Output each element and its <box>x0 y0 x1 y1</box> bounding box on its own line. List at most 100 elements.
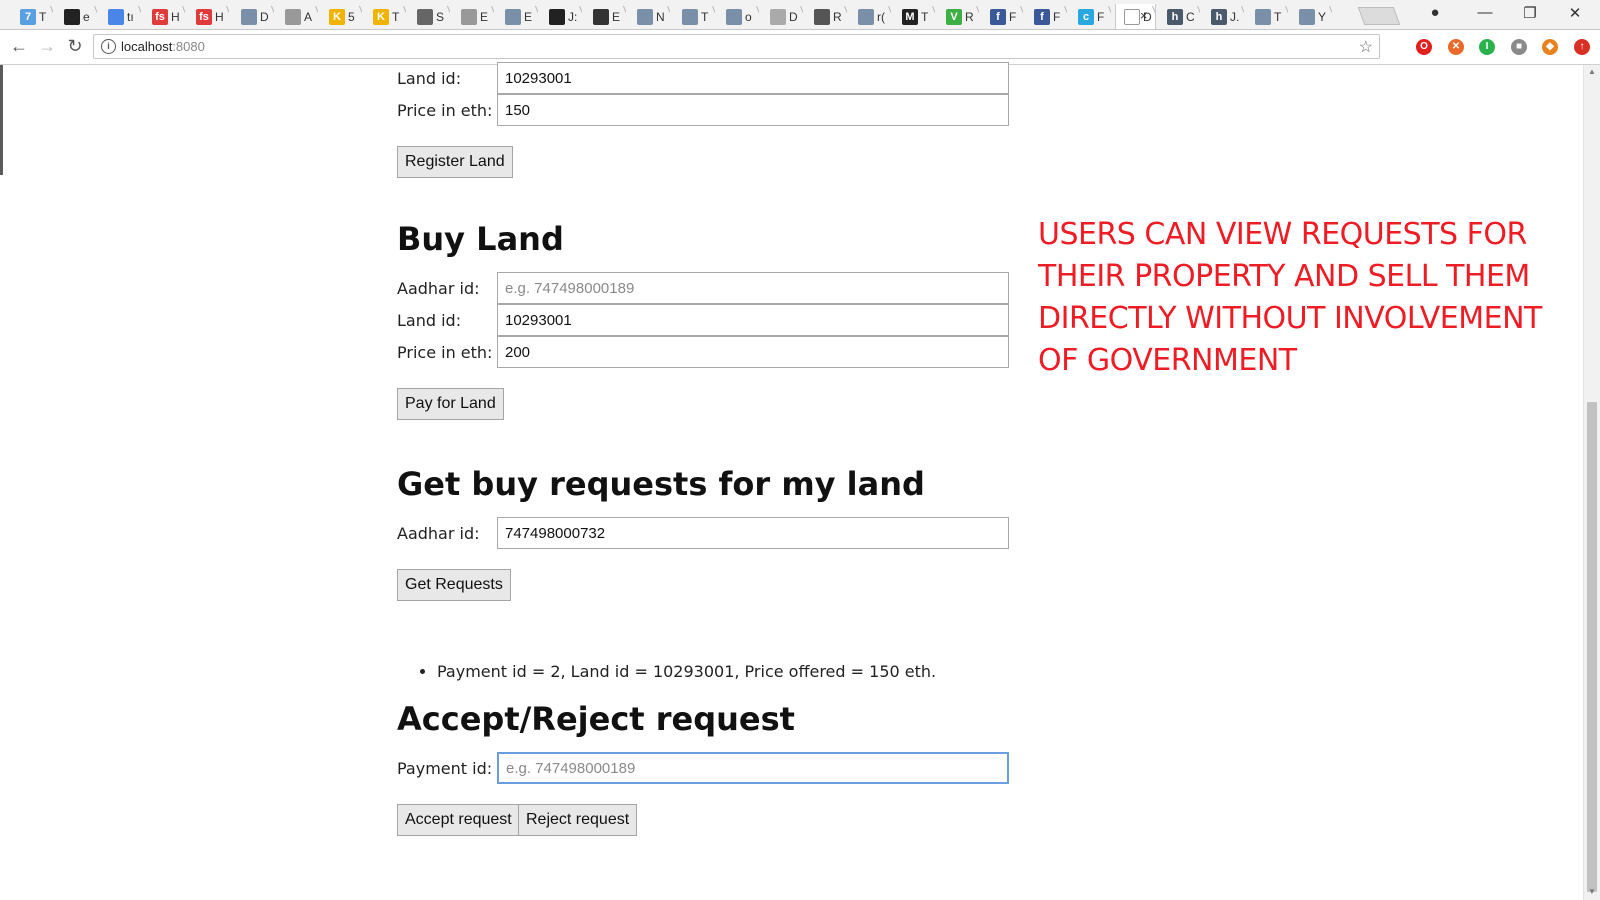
tab-title: tı <box>127 10 134 24</box>
buy-aadhar-input[interactable] <box>497 272 1009 304</box>
browser-tab[interactable]: D <box>762 4 803 29</box>
tab-divider <box>1240 6 1244 26</box>
tab-divider <box>887 6 891 26</box>
browser-tab[interactable]: R <box>806 4 847 29</box>
fs-icon: fs <box>196 9 212 25</box>
tab-divider <box>181 6 185 26</box>
browser-tab[interactable]: cF <box>1070 4 1111 29</box>
tab-divider <box>49 6 53 26</box>
browser-tab[interactable]: T <box>1247 4 1288 29</box>
browser-tab[interactable]: fs H <box>144 4 185 29</box>
register-land-id-row: Land id: <box>397 62 1017 94</box>
tab-divider <box>490 6 494 26</box>
opera-icon[interactable]: O <box>1416 39 1432 55</box>
restore-button[interactable]: ❐ <box>1520 4 1540 22</box>
browser-tab[interactable]: tı <box>100 4 141 29</box>
tab-divider <box>1196 6 1200 26</box>
payment-id-input[interactable] <box>497 752 1009 784</box>
info-icon[interactable]: i <box>101 39 116 54</box>
tab-divider <box>666 6 670 26</box>
register-land-id-input[interactable] <box>497 62 1009 94</box>
browser-tab[interactable]: K5 <box>321 4 362 29</box>
tab-title: D <box>789 10 798 24</box>
scrollbar-thumb[interactable] <box>1587 402 1597 892</box>
puzzle-icon[interactable]: ■ <box>1511 39 1527 55</box>
tab-title: R <box>965 10 974 24</box>
tag-icon <box>593 9 609 25</box>
browser-tab[interactable]: fs H <box>188 4 229 29</box>
back-icon[interactable]: ← <box>8 35 30 57</box>
tab-title: R <box>833 10 842 24</box>
browser-tab[interactable]: S <box>409 4 450 29</box>
browser-tab[interactable]: A <box>277 4 318 29</box>
tab-title: N <box>656 10 665 24</box>
forward-icon[interactable]: → <box>36 35 58 57</box>
buy-price-input[interactable] <box>497 336 1009 368</box>
browser-tab[interactable]: o <box>718 4 759 29</box>
tab-title: F <box>1009 10 1017 24</box>
browser-tab[interactable]: N <box>629 4 670 29</box>
browser-tab[interactable]: VR <box>938 4 979 29</box>
tab-title: F <box>1097 10 1105 24</box>
close-tab-icon[interactable]: × <box>1140 8 1148 23</box>
browser-tab[interactable]: E <box>453 4 494 29</box>
power-icon[interactable]: I <box>1479 39 1495 55</box>
tab-title: E <box>612 10 621 24</box>
buy-land-id-input[interactable] <box>497 304 1009 336</box>
browser-tab[interactable]: 7T <box>12 4 53 29</box>
page-viewport: Land id: Price in eth: Register Land Buy… <box>0 62 1600 900</box>
doc-icon <box>1124 9 1140 25</box>
upload-icon[interactable]: ↑ <box>1574 39 1590 55</box>
account-icon[interactable]: ● <box>1425 4 1445 21</box>
browser-tab[interactable]: MT <box>894 4 935 29</box>
browser-tab[interactable]: E <box>585 4 626 29</box>
tab-title: J. <box>1230 10 1240 24</box>
minimize-button[interactable]: — <box>1475 4 1495 21</box>
browser-tab[interactable]: r( <box>850 4 891 29</box>
browser-tab[interactable]: hC <box>1159 4 1200 29</box>
browser-tab[interactable]: J: <box>541 4 582 29</box>
bookmark-star-icon[interactable]: ☆ <box>1359 37 1373 57</box>
pay-for-land-button[interactable]: Pay for Land <box>397 388 504 420</box>
browser-tab[interactable]: D <box>233 4 274 29</box>
circle-x-icon[interactable]: ✕ <box>1448 39 1464 55</box>
browser-tab[interactable]: fF <box>982 4 1023 29</box>
tab-divider <box>446 6 450 26</box>
new-tab-button[interactable] <box>1357 7 1401 25</box>
register-land-button[interactable]: Register Land <box>397 146 513 178</box>
reddit-icon <box>726 9 742 25</box>
github-icon <box>549 9 565 25</box>
scroll-down-icon[interactable]: ▼ <box>1588 887 1596 896</box>
tab-title: T <box>701 10 709 24</box>
reload-icon[interactable]: ↻ <box>64 35 86 57</box>
tab-divider <box>225 6 229 26</box>
buy-aadhar-row: Aadhar id: <box>397 272 1017 304</box>
tab-divider <box>975 6 979 26</box>
register-price-input[interactable] <box>497 94 1009 126</box>
url-port: :8080 <box>172 39 205 54</box>
vertical-scrollbar[interactable]: ▲ ▼ <box>1583 65 1600 900</box>
eth-icon <box>814 9 830 25</box>
tab-strip: ● — ❐ ✕ 7 Te tı fs Hfs H D A K 5 K T S E E J: E N To D Rr(M T… <box>0 0 1600 30</box>
reddit-icon <box>505 9 521 25</box>
browser-tab[interactable]: D × <box>1115 4 1156 29</box>
close-window-button[interactable]: ✕ <box>1565 4 1585 22</box>
tab-title: H <box>171 10 180 24</box>
tab-divider <box>93 6 97 26</box>
browser-tab[interactable]: E <box>497 4 538 29</box>
tab-title: E <box>524 10 533 24</box>
reddit-icon <box>241 9 257 25</box>
browser-tab[interactable]: h J. <box>1203 4 1244 29</box>
address-bar[interactable]: i localhost:8080 ☆ <box>93 34 1380 59</box>
browser-tab[interactable]: e <box>56 4 97 29</box>
fox-icon[interactable]: ◆ <box>1542 39 1558 55</box>
browser-tab[interactable]: fF <box>1026 4 1067 29</box>
browser-tab[interactable]: KT <box>365 4 406 29</box>
accept-request-button[interactable]: Accept request <box>397 804 520 836</box>
requests-aadhar-input[interactable] <box>497 517 1009 549</box>
browser-tab[interactable]: Y <box>1291 4 1332 29</box>
reject-request-button[interactable]: Reject request <box>518 804 638 836</box>
browser-tab[interactable]: T <box>674 4 715 29</box>
get-requests-button[interactable]: Get Requests <box>397 569 511 601</box>
scroll-up-icon[interactable]: ▲ <box>1588 67 1596 76</box>
